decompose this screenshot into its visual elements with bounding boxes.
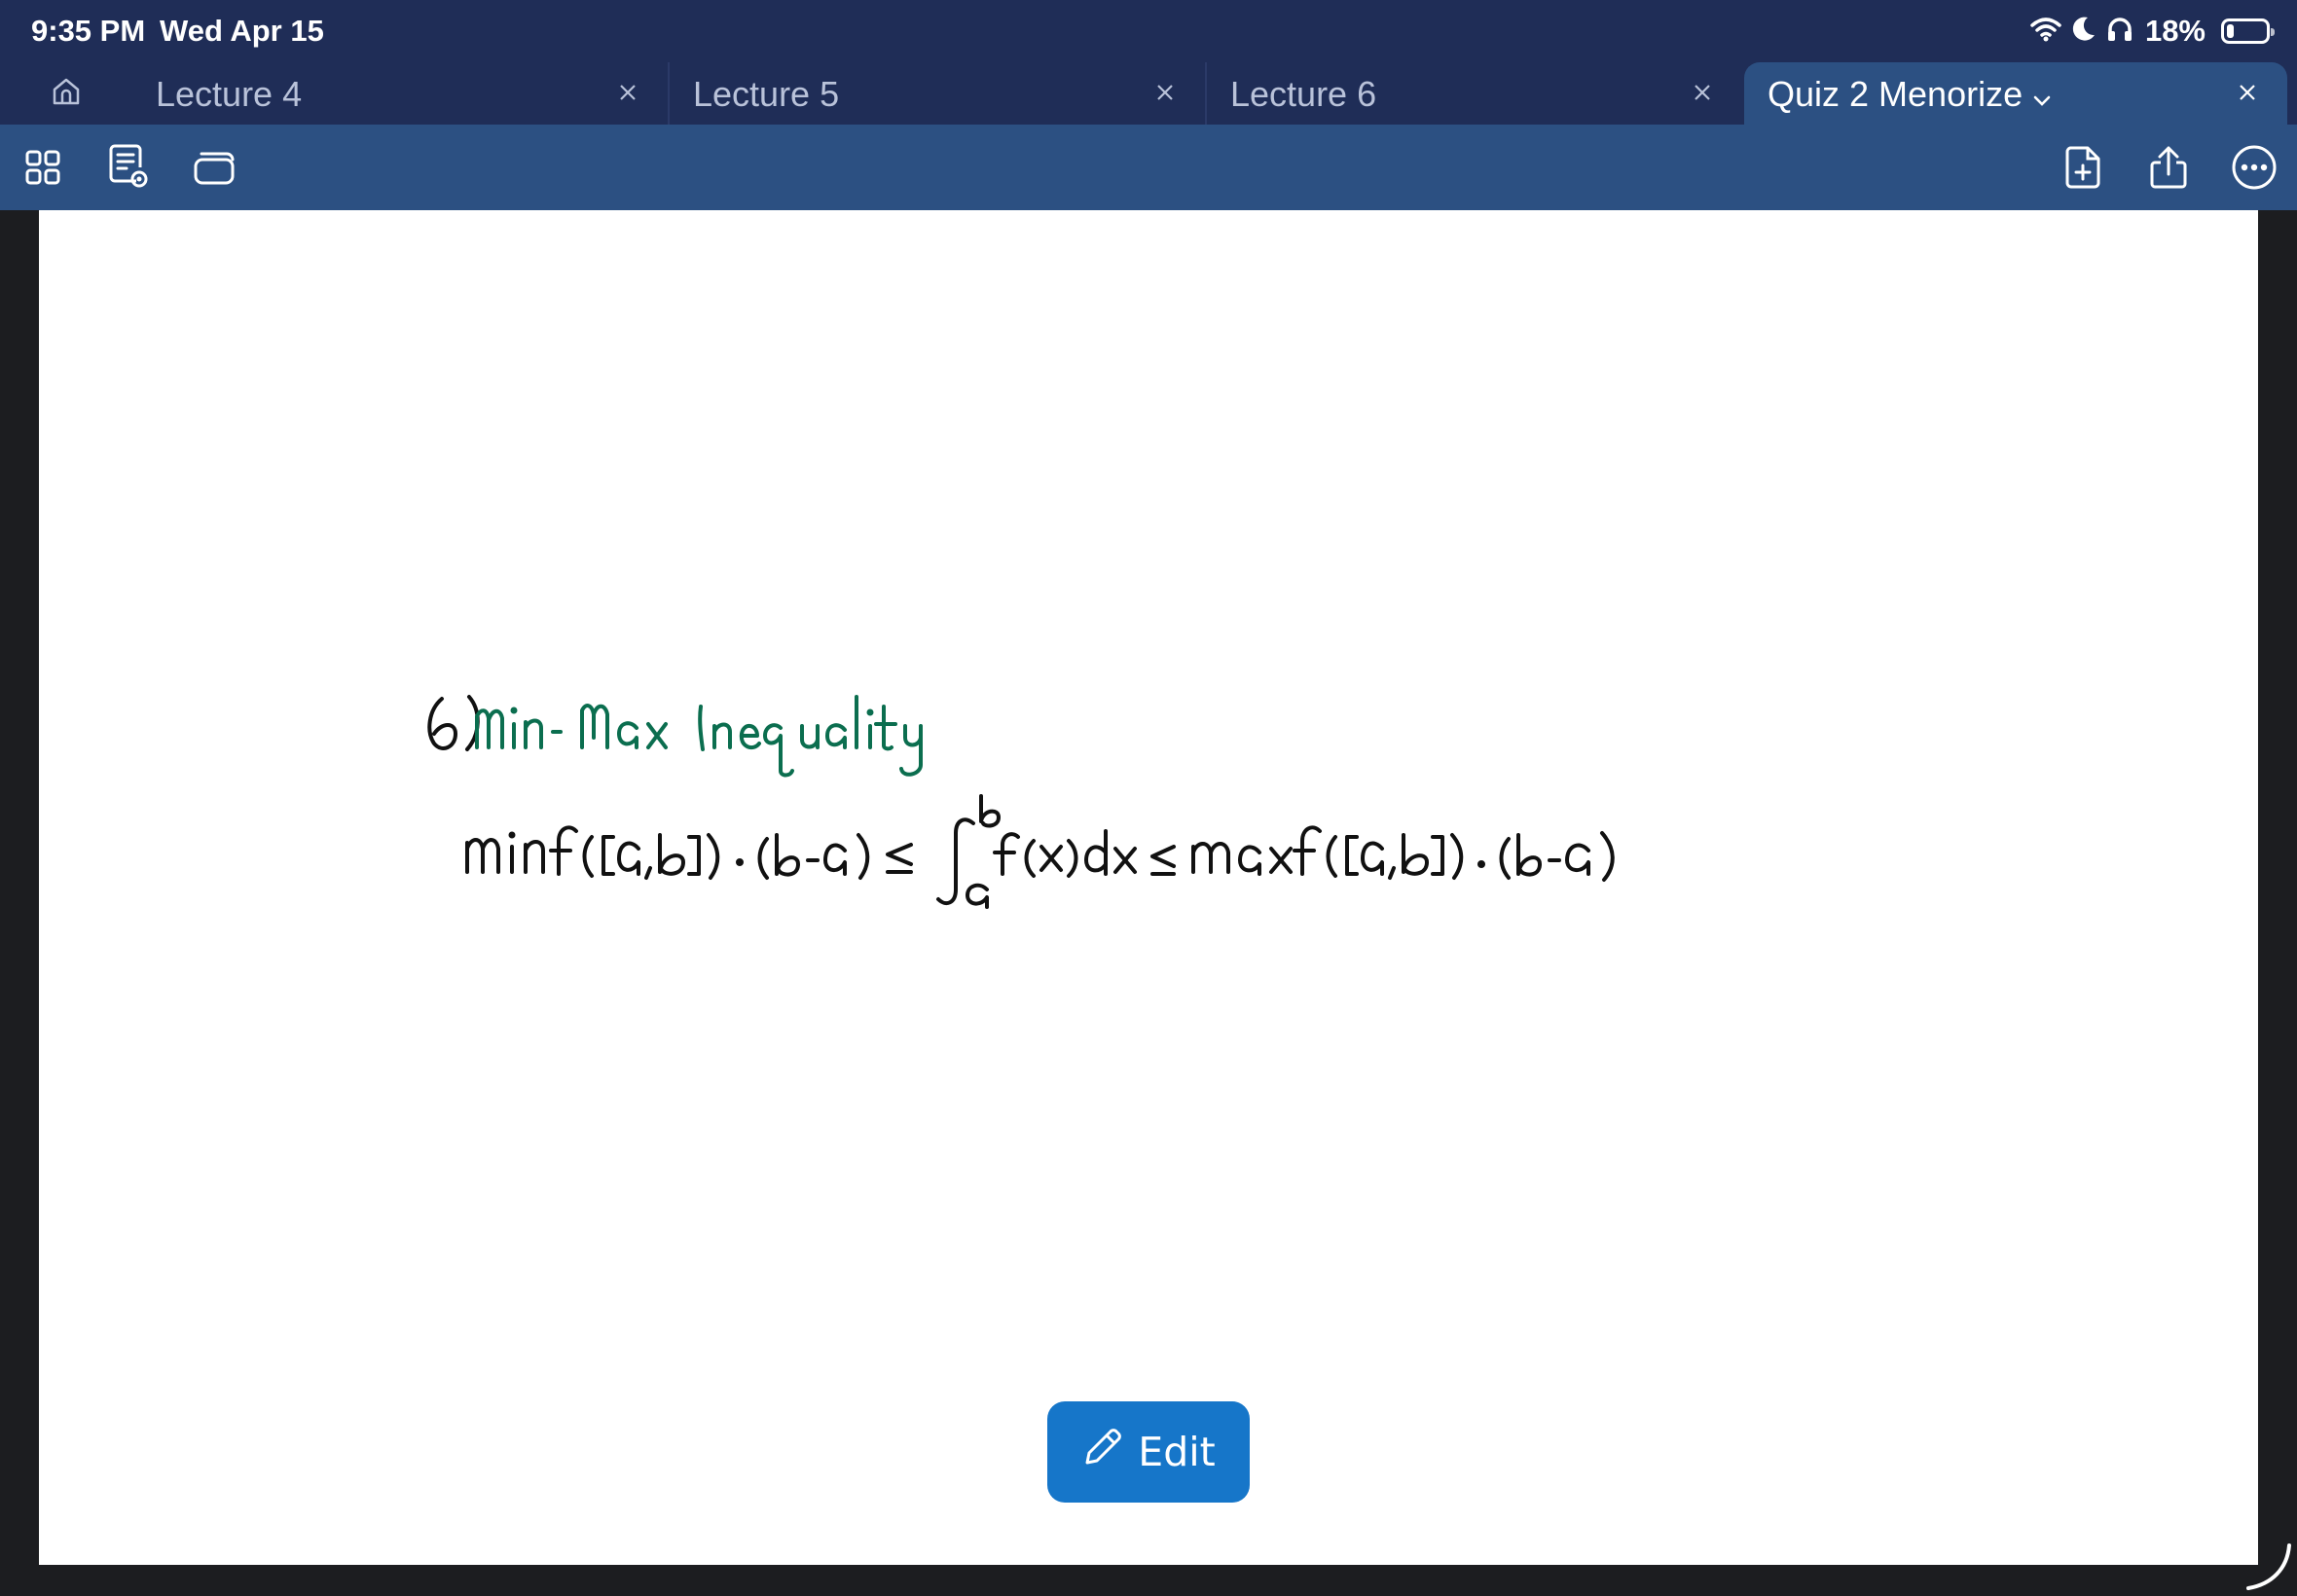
home-button[interactable] — [39, 70, 93, 117]
tab-lecture-5[interactable]: Lecture 5 — [668, 62, 1205, 125]
close-tab-button[interactable] — [1688, 78, 1717, 107]
tab-label-active: Quiz 2 Menorize — [1768, 74, 2052, 117]
headphones-icon — [2106, 16, 2133, 48]
toolbar — [0, 125, 2297, 210]
equation-handwriting — [465, 794, 1615, 909]
tab-label: Lecture 6 — [1230, 74, 1377, 114]
status-bar: 9:35 PM Wed Apr 15 18% — [0, 0, 2297, 62]
close-icon — [620, 85, 636, 100]
tab-label: Lecture 5 — [693, 74, 840, 114]
close-icon — [1695, 85, 1710, 100]
status-time: 9:35 PM — [31, 14, 146, 48]
layers-button[interactable] — [191, 144, 237, 191]
add-page-button[interactable] — [2060, 144, 2106, 191]
close-icon — [1157, 85, 1173, 100]
share-button[interactable] — [2145, 144, 2192, 191]
grid-view-button[interactable] — [19, 144, 66, 191]
moon-icon — [2071, 16, 2096, 48]
status-indicators: 18% — [2030, 12, 2275, 51]
close-tab-button[interactable] — [1150, 78, 1180, 107]
tab-lecture-6[interactable]: Lecture 6 — [1205, 62, 1742, 125]
battery-icon — [2221, 18, 2275, 44]
grid-view-icon — [25, 150, 60, 185]
resize-handle-icon[interactable] — [2242, 1542, 2293, 1592]
pencil-icon — [1081, 1426, 1124, 1478]
tab-lecture-4[interactable]: Lecture 4 — [130, 62, 668, 125]
chevron-down-icon[interactable] — [2032, 76, 2052, 117]
tab-title: Quiz 2 Menorize — [1768, 74, 2024, 114]
heading-title-handwriting — [475, 695, 923, 778]
more-icon — [2232, 145, 2277, 190]
note-page[interactable]: Edit — [39, 210, 2258, 1565]
status-date: Wed Apr 15 — [160, 14, 324, 48]
tab-bar: Lecture 4 Lecture 5 Lecture 6 Quiz 2 Men… — [0, 62, 2297, 125]
close-tab-button[interactable] — [2233, 78, 2262, 107]
wifi-icon — [2030, 17, 2061, 47]
share-icon — [2150, 146, 2187, 189]
document-preview-icon — [109, 144, 148, 188]
add-page-icon — [2065, 146, 2100, 189]
tab-label: Lecture 4 — [156, 74, 303, 114]
layers-icon — [194, 152, 235, 185]
home-icon — [51, 76, 82, 112]
more-button[interactable] — [2231, 144, 2278, 191]
edit-button-label: Edit — [1138, 1429, 1216, 1475]
tab-quiz-2-menorize[interactable]: Quiz 2 Menorize — [1744, 62, 2287, 125]
close-icon — [2240, 85, 2255, 100]
battery-percent: 18% — [2144, 14, 2206, 48]
document-preview-button[interactable] — [105, 144, 152, 191]
close-tab-button[interactable] — [613, 78, 642, 107]
edit-button[interactable]: Edit — [1047, 1401, 1250, 1503]
